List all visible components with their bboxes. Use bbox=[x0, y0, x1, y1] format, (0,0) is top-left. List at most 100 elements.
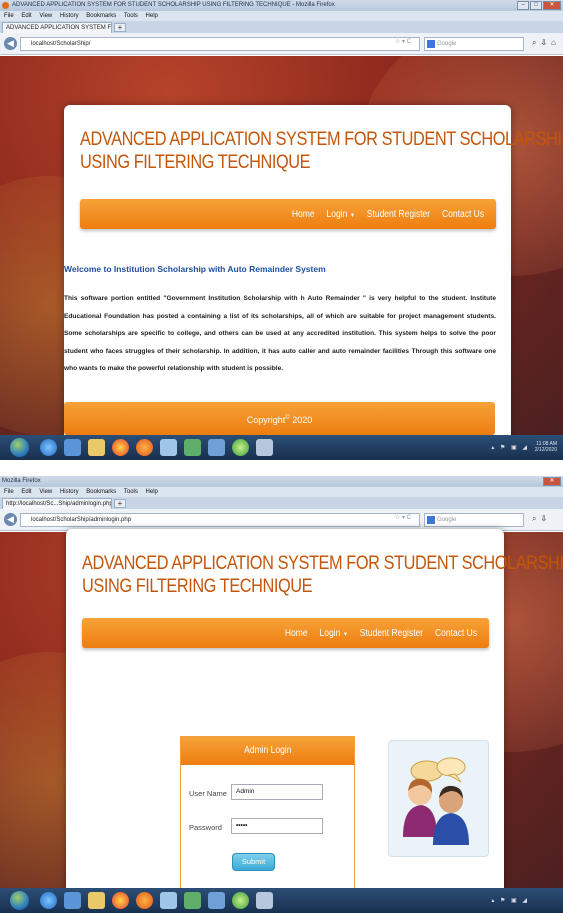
app-icon[interactable] bbox=[232, 439, 249, 456]
admin-login-panel: Admin Login User Name Admin Password •••… bbox=[180, 736, 355, 913]
url-text: localhost/ScholarShip/adminlogin.php bbox=[31, 517, 132, 523]
network-icon[interactable] bbox=[160, 439, 177, 456]
toolbar-icons[interactable]: ⌕⇩⌂ bbox=[532, 38, 561, 48]
system-tray-icons[interactable]: ▴ ⚑ ▣ ◢ bbox=[491, 444, 529, 451]
back-arrow-icon[interactable]: ◀ bbox=[4, 513, 17, 526]
system-tray-icons[interactable]: ▴ ⚑ ▣ ◢ bbox=[491, 897, 529, 904]
browser-tab[interactable]: ADVANCED APPLICATION SYSTEM FOR ... bbox=[2, 22, 112, 33]
document-icon[interactable] bbox=[208, 892, 225, 909]
search-input[interactable]: Google bbox=[424, 37, 524, 51]
footer: Copyright© 2020 bbox=[64, 402, 495, 435]
menu-history[interactable]: History bbox=[60, 489, 79, 495]
menu-edit[interactable]: Edit bbox=[21, 13, 31, 19]
network-icon[interactable] bbox=[160, 892, 177, 909]
window-title: Mozilla Firefox bbox=[2, 478, 41, 484]
menu-bookmarks[interactable]: Bookmarks bbox=[86, 13, 116, 19]
nav-contact[interactable]: Contact Us bbox=[442, 209, 484, 220]
menu-tools[interactable]: Tools bbox=[124, 489, 138, 495]
start-button[interactable] bbox=[10, 438, 29, 457]
users-illustration bbox=[388, 740, 489, 857]
window-titlebar: Mozilla Firefox ✕ bbox=[0, 476, 563, 487]
screenshot-home: ADVANCED APPLICATION SYSTEM FOR STUDENT … bbox=[0, 0, 563, 460]
password-label: Password bbox=[189, 823, 222, 832]
spreadsheet-icon[interactable] bbox=[184, 439, 201, 456]
menu-tools[interactable]: Tools bbox=[124, 13, 138, 19]
back-arrow-icon[interactable]: ◀ bbox=[4, 37, 17, 50]
intro-paragraph: This software portion entitled "Governme… bbox=[64, 295, 496, 372]
address-bar[interactable]: localhost/ScholarShip/ bbox=[20, 37, 420, 51]
browser-tab[interactable]: http://localhost/Sc...Ship/adminlogin.ph… bbox=[2, 498, 112, 509]
folder-icon[interactable] bbox=[88, 439, 105, 456]
menu-history[interactable]: History bbox=[60, 13, 79, 19]
nav-login[interactable]: Login ▼ bbox=[319, 628, 347, 639]
firefox-taskbar-icon[interactable] bbox=[136, 892, 153, 909]
close-button[interactable]: ✕ bbox=[543, 477, 561, 486]
nav-login-label: Login bbox=[326, 208, 348, 220]
new-tab-button[interactable]: + bbox=[114, 499, 126, 508]
reload-icon[interactable]: ☆ ▾ C bbox=[395, 38, 411, 45]
clock[interactable]: 11:08 AM 2/12/2020 bbox=[535, 441, 557, 453]
app-icon[interactable] bbox=[232, 892, 249, 909]
window-icon[interactable] bbox=[256, 439, 273, 456]
site-title-line1: ADVANCED APPLICATION SYSTEM FOR STUDENT … bbox=[82, 553, 563, 574]
nav-student-register[interactable]: Student Register bbox=[360, 628, 423, 639]
search-engine-icon bbox=[427, 516, 435, 524]
navigation-toolbar: ◀ localhost/ScholarShip/adminlogin.php ☆… bbox=[0, 509, 563, 531]
menu-file[interactable]: File bbox=[4, 489, 14, 495]
menu-help[interactable]: Help bbox=[146, 13, 158, 19]
media-icon[interactable] bbox=[64, 439, 81, 456]
menu-edit[interactable]: Edit bbox=[21, 489, 31, 495]
footer-year: 2020 bbox=[292, 415, 313, 425]
ie-icon[interactable] bbox=[40, 892, 57, 909]
password-input[interactable]: ••••• bbox=[231, 818, 323, 834]
window-icon[interactable] bbox=[256, 892, 273, 909]
minimize-button[interactable]: – bbox=[517, 1, 529, 10]
nav-login-label: Login bbox=[319, 627, 341, 639]
navigation-toolbar: ◀ localhost/ScholarShip/ ☆ ▾ C Google ⌕⇩… bbox=[0, 33, 563, 55]
username-input[interactable]: Admin bbox=[231, 784, 323, 800]
toolbar-icons[interactable]: ⌕⇩ bbox=[532, 514, 551, 524]
site-title: ADVANCED APPLICATION SYSTEM FOR STUDENT … bbox=[82, 552, 563, 598]
firefox-taskbar-icon[interactable] bbox=[136, 439, 153, 456]
address-bar[interactable]: localhost/ScholarShip/adminlogin.php bbox=[20, 513, 420, 527]
nav-login[interactable]: Login ▼ bbox=[326, 209, 354, 220]
media-icon[interactable] bbox=[64, 892, 81, 909]
start-button[interactable] bbox=[10, 891, 29, 910]
search-input[interactable]: Google bbox=[424, 513, 524, 527]
menu-file[interactable]: File bbox=[4, 13, 14, 19]
users-chat-icon bbox=[403, 757, 469, 845]
footer-copyright-symbol: © bbox=[285, 415, 290, 421]
nav-contact[interactable]: Contact Us bbox=[435, 628, 477, 639]
site-title-line2: USING FILTERING TECHNIQUE bbox=[82, 576, 313, 597]
chrome-icon[interactable] bbox=[112, 439, 129, 456]
nav-home[interactable]: Home bbox=[292, 209, 315, 220]
clock-date: 2/12/2020 bbox=[534, 447, 557, 453]
menu-help[interactable]: Help bbox=[146, 489, 158, 495]
spreadsheet-icon[interactable] bbox=[184, 892, 201, 909]
menu-view[interactable]: View bbox=[39, 13, 52, 19]
folder-icon[interactable] bbox=[88, 892, 105, 909]
submit-button[interactable]: Submit bbox=[232, 853, 275, 871]
site-title-line2: USING FILTERING TECHNIQUE bbox=[80, 152, 311, 173]
chevron-down-icon: ▼ bbox=[342, 631, 348, 638]
new-tab-button[interactable]: + bbox=[114, 23, 126, 32]
ie-icon[interactable] bbox=[40, 439, 57, 456]
document-icon[interactable] bbox=[208, 439, 225, 456]
window-controls: ✕ bbox=[543, 477, 561, 486]
main-nav: Home Login ▼ Student Register Contact Us bbox=[82, 618, 489, 648]
username-label: User Name bbox=[189, 789, 227, 798]
menu-view[interactable]: View bbox=[39, 489, 52, 495]
close-button[interactable]: ✕ bbox=[543, 1, 561, 10]
window-controls: – □ ✕ bbox=[517, 1, 561, 10]
chrome-icon[interactable] bbox=[112, 892, 129, 909]
taskbar: ▴ ⚑ ▣ ◢ 11:08 AM 2/12/2020 bbox=[0, 435, 563, 460]
firefox-icon bbox=[2, 2, 9, 9]
search-placeholder: Google bbox=[437, 517, 457, 523]
menu-bookmarks[interactable]: Bookmarks bbox=[86, 489, 116, 495]
taskbar: ▴ ⚑ ▣ ◢ bbox=[0, 888, 563, 913]
nav-home[interactable]: Home bbox=[285, 628, 308, 639]
nav-student-register[interactable]: Student Register bbox=[367, 209, 430, 220]
menu-bar: File Edit View History Bookmarks Tools H… bbox=[0, 487, 563, 497]
reload-icon[interactable]: ☆ ▾ C bbox=[395, 514, 411, 521]
maximize-button[interactable]: □ bbox=[530, 1, 542, 10]
